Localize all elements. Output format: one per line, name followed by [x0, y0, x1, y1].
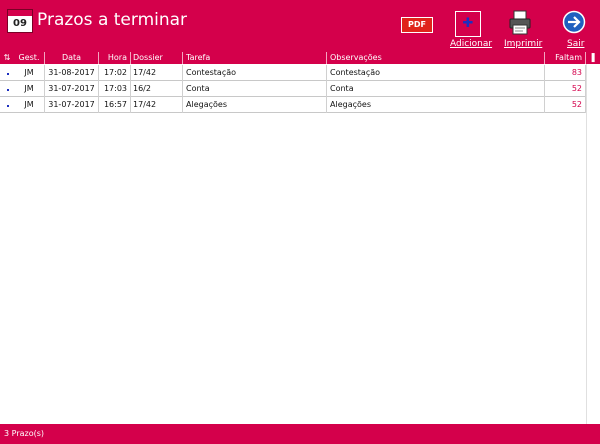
- cell-tarefa: Alegações: [183, 97, 327, 113]
- add-icon: ✚: [462, 16, 474, 31]
- cell-dossier: 17/42: [131, 65, 183, 81]
- row-marker-icon: [7, 73, 9, 75]
- cell-tarefa: Conta: [183, 81, 327, 97]
- add-button[interactable]: ✚: [455, 11, 481, 37]
- vertical-scrollbar[interactable]: [586, 64, 600, 424]
- col-hora[interactable]: Hora: [99, 52, 131, 64]
- sort-icon[interactable]: ⇅: [2, 53, 12, 63]
- cell-data: 31-08-2017: [45, 65, 99, 81]
- cell-hora: 17:02: [99, 65, 131, 81]
- table-row[interactable]: JM 31-07-2017 16:57 17/42 Alegações Aleg…: [0, 97, 586, 113]
- col-gest[interactable]: Gest.: [14, 52, 45, 64]
- cell-faltam: 52: [545, 97, 586, 113]
- cell-gest: JM: [14, 97, 45, 113]
- exit-arrow-icon[interactable]: [562, 10, 586, 34]
- cell-faltam: 83: [545, 65, 586, 81]
- cell-dossier: 17/42: [131, 97, 183, 113]
- table-row[interactable]: JM 31-07-2017 17:03 16/2 Conta Conta 52: [0, 81, 586, 97]
- col-observacoes[interactable]: Observações: [327, 52, 545, 64]
- row-marker-icon: [7, 89, 9, 91]
- col-tarefa[interactable]: Tarefa: [183, 52, 327, 64]
- table-row[interactable]: JM 31-08-2017 17:02 17/42 Contestação Co…: [0, 65, 586, 81]
- pdf-button[interactable]: PDF: [401, 17, 433, 33]
- cell-gest: JM: [14, 81, 45, 97]
- app-header: 09 Prazos a terminar PDF ✚ Adicionar Imp…: [0, 0, 600, 52]
- cell-dossier: 16/2: [131, 81, 183, 97]
- cell-gest: JM: [14, 65, 45, 81]
- table-header: ⇅ Gest. Data Hora Dossier Tarefa Observa…: [0, 52, 600, 64]
- scroll-up-icon[interactable]: ❚: [586, 52, 600, 64]
- exit-label[interactable]: Sair: [567, 39, 584, 49]
- status-bar: 3 Prazo(s): [0, 424, 600, 444]
- cell-tarefa: Contestação: [183, 65, 327, 81]
- col-dossier[interactable]: Dossier: [131, 52, 183, 64]
- cell-hora: 17:03: [99, 81, 131, 97]
- add-label[interactable]: Adicionar: [450, 39, 492, 49]
- cell-data: 31-07-2017: [45, 81, 99, 97]
- prazos-table: ⇅ Gest. Data Hora Dossier Tarefa Observa…: [0, 52, 600, 424]
- print-label[interactable]: Imprimir: [504, 39, 542, 49]
- cell-faltam: 52: [545, 81, 586, 97]
- calendar-icon: 09: [7, 9, 33, 33]
- calendar-day: 09: [13, 18, 27, 29]
- cell-observacoes: Contestação: [327, 65, 545, 81]
- page-title: Prazos a terminar: [37, 10, 188, 30]
- cell-data: 31-07-2017: [45, 97, 99, 113]
- record-count: 3 Prazo(s): [4, 429, 45, 438]
- cell-hora: 16:57: [99, 97, 131, 113]
- printer-icon[interactable]: [508, 10, 532, 36]
- cell-observacoes: Conta: [327, 81, 545, 97]
- row-marker-icon: [7, 105, 9, 107]
- col-data[interactable]: Data: [45, 52, 99, 64]
- cell-observacoes: Alegações: [327, 97, 545, 113]
- col-faltam[interactable]: Faltam: [545, 52, 586, 64]
